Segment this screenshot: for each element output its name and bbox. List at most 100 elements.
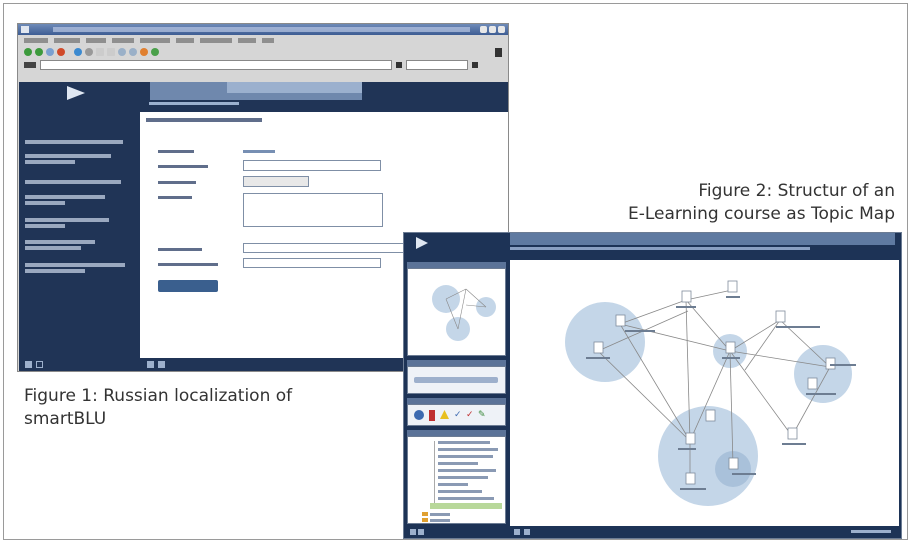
topic-label [586, 357, 610, 359]
status-bar [404, 526, 901, 538]
forward-icon[interactable] [35, 48, 43, 56]
print-icon[interactable] [107, 48, 115, 56]
globe-icon[interactable] [414, 410, 424, 420]
warning-icon[interactable] [440, 410, 449, 419]
check-icon[interactable]: ✓ [466, 411, 474, 420]
sidebar-item[interactable] [25, 154, 111, 158]
menu-item[interactable] [140, 38, 170, 43]
edit-icon[interactable]: ✎ [478, 411, 486, 420]
addon-icon[interactable] [151, 48, 159, 56]
app-icon [21, 26, 29, 33]
overview-minimap[interactable] [407, 268, 506, 356]
save-button[interactable] [158, 280, 218, 292]
topic-node [787, 427, 798, 440]
menu-item[interactable] [238, 38, 256, 43]
bookmark-icon[interactable] [96, 48, 104, 56]
minimap-svg [432, 285, 496, 341]
sidebar-item[interactable] [25, 218, 109, 222]
breadcrumb [510, 247, 810, 250]
zoom-out-icon[interactable] [129, 48, 137, 56]
topic-map-graph [565, 280, 856, 506]
topic-node [807, 377, 818, 390]
menu-item[interactable] [54, 38, 80, 43]
menu-item[interactable] [24, 38, 48, 43]
tree-item[interactable] [438, 483, 468, 486]
description-textarea[interactable] [243, 193, 383, 227]
sidebar-item[interactable] [25, 246, 81, 250]
search-input[interactable] [406, 60, 468, 70]
close-icon[interactable] [498, 26, 505, 33]
security-icon[interactable] [140, 48, 148, 56]
topic-label [782, 443, 806, 445]
tree-item[interactable] [438, 476, 488, 479]
reload-icon[interactable] [46, 48, 54, 56]
home-icon[interactable] [74, 48, 82, 56]
url-go-icon[interactable] [396, 62, 402, 68]
menu-item[interactable] [200, 38, 232, 43]
topic-label [722, 357, 740, 359]
tree-item[interactable] [438, 455, 493, 458]
category-select[interactable] [243, 176, 309, 187]
topic-node [825, 357, 836, 370]
status-icon [514, 529, 520, 535]
browser-toolbar [18, 45, 508, 59]
tree-item[interactable] [438, 462, 478, 465]
figure1-caption: Figure 1: Russian localization of smartB… [24, 385, 292, 431]
tree-item[interactable] [438, 448, 498, 451]
sidebar-item[interactable] [25, 240, 95, 244]
zoom-in-icon[interactable] [118, 48, 126, 56]
menu-item[interactable] [112, 38, 134, 43]
maximize-icon[interactable] [489, 26, 496, 33]
stop-icon[interactable] [57, 48, 65, 56]
filter-panel [407, 366, 506, 394]
topic-label [726, 296, 740, 298]
tree-item[interactable] [438, 441, 490, 444]
history-icon[interactable] [85, 48, 93, 56]
module-name-input[interactable] [243, 160, 381, 171]
sidebar-item[interactable] [25, 269, 85, 273]
figure2-caption-line1: Figure 2: Structur of an [698, 181, 895, 201]
minimize-icon[interactable] [480, 26, 487, 33]
topic-label [625, 330, 655, 332]
tab-strip[interactable] [510, 233, 895, 245]
folder-icon [422, 518, 428, 522]
topic-map-canvas[interactable] [510, 260, 899, 526]
tree-item[interactable] [438, 469, 496, 472]
sidebar-item[interactable] [25, 263, 125, 267]
marker-icon[interactable] [429, 410, 435, 421]
back-icon[interactable] [24, 48, 32, 56]
menu-item[interactable] [86, 38, 106, 43]
tree-item[interactable] [438, 490, 482, 493]
menu-item[interactable] [176, 38, 194, 43]
status-icon [524, 529, 530, 535]
document-name-input[interactable] [243, 258, 381, 268]
sidebar-item[interactable] [25, 224, 65, 228]
tree-item[interactable] [438, 497, 494, 500]
check-icon[interactable]: ✓ [454, 411, 462, 420]
tree-item-selected[interactable] [430, 503, 502, 509]
figure2-caption-line2: E-Learning course as Topic Map [627, 204, 895, 224]
sidebar-item[interactable] [25, 180, 121, 184]
search-go-icon[interactable] [472, 62, 478, 68]
topic-label [678, 448, 696, 450]
tree-item[interactable] [430, 513, 450, 516]
field-label [158, 181, 196, 184]
sidebar-item[interactable] [25, 160, 75, 164]
url-input[interactable] [40, 60, 392, 70]
field-label [158, 165, 208, 168]
sidebar-item[interactable] [25, 140, 123, 144]
topic-node [593, 341, 604, 354]
window-titlebar [18, 24, 508, 35]
sidebar-item[interactable] [25, 201, 65, 205]
footer-text [851, 530, 891, 533]
module-type-value [243, 150, 275, 153]
topic-node [681, 290, 692, 303]
sidebar-item[interactable] [25, 195, 105, 199]
topic-label [806, 393, 836, 395]
tab-active[interactable] [227, 82, 362, 93]
zoom-slider[interactable] [414, 377, 498, 383]
topic-node [705, 409, 716, 422]
menu-item[interactable] [262, 38, 274, 43]
topic-label [680, 488, 706, 490]
tree-item[interactable] [430, 519, 450, 522]
